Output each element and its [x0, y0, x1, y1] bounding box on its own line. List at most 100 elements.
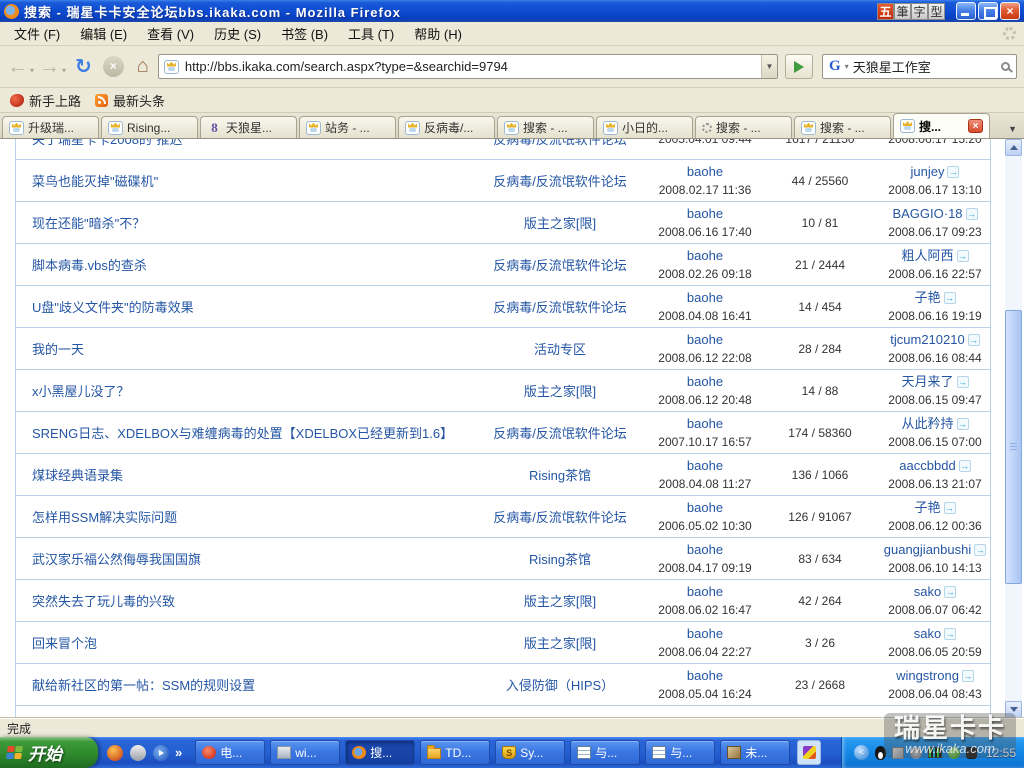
goto-last-post-icon[interactable]: →	[944, 586, 956, 598]
browser-tab-0[interactable]: 升级瑞...	[2, 116, 99, 138]
ime-indicator[interactable]: 五筆字型	[877, 3, 945, 20]
start-label[interactable]: 开始	[28, 740, 62, 765]
browser-tab-7[interactable]: 搜索 - ...	[695, 116, 792, 138]
last-poster-name[interactable]: 子艳	[914, 290, 940, 305]
tab-close-icon[interactable]: ×	[968, 119, 983, 133]
bookmark-getting-started[interactable]: 新手上路	[10, 91, 81, 110]
board-link[interactable]: 反病毒/反流氓软件论坛	[493, 139, 627, 147]
home-button[interactable]: ⌂	[137, 55, 149, 78]
board-link[interactable]: 活动专区	[534, 342, 586, 357]
address-bar[interactable]: http://bbs.ikaka.com/search.aspx?type=&s…	[158, 54, 778, 79]
taskbar-button-1[interactable]: wi...	[270, 740, 340, 765]
back-dropdown-icon[interactable]: ▾	[30, 66, 34, 75]
board-link[interactable]: 反病毒/反流氓软件论坛	[493, 510, 627, 525]
stop-button[interactable]: ×	[103, 56, 124, 77]
poster-name[interactable]: baohe	[687, 458, 723, 473]
bookmark-label[interactable]: 最新头条	[113, 91, 165, 110]
menu-item-4[interactable]: 书签 (B)	[271, 21, 338, 46]
menu-item-2[interactable]: 查看 (V)	[137, 21, 204, 46]
goto-last-post-icon[interactable]: →	[944, 292, 956, 304]
menu-item-6[interactable]: 帮助 (H)	[404, 21, 472, 46]
search-magnifier-icon[interactable]	[1001, 62, 1010, 71]
goto-last-post-icon[interactable]: →	[944, 628, 956, 640]
poster-name[interactable]: baohe	[687, 164, 723, 179]
poster-name[interactable]: baohe	[687, 542, 723, 557]
taskbar-button-5[interactable]: 与...	[570, 740, 640, 765]
taskbar-button-3[interactable]: TD...	[420, 740, 490, 765]
search-input-value[interactable]: 天狼星工作室	[853, 57, 931, 76]
goto-last-post-icon[interactable]: →	[957, 250, 969, 262]
topic-title-link[interactable]: 武汉家乐福公然侮辱我国国旗	[32, 552, 201, 567]
last-poster-name[interactable]: 从此矜持	[901, 416, 953, 431]
topic-title-link[interactable]: 煤球经典语录集	[32, 468, 123, 483]
board-link[interactable]: Rising茶馆	[529, 468, 591, 483]
reload-button[interactable]: ↻	[75, 54, 92, 79]
topic-title-link[interactable]: SRENG日志、XDELBOX与难缠病毒的处置【XDELBOX已经更新到1.6】	[32, 426, 453, 441]
topic-title-link[interactable]: 回来冒个泡	[32, 636, 97, 651]
browser-tab-8[interactable]: 搜索 - ...	[794, 116, 891, 138]
topic-title-link[interactable]: 现在还能"暗杀"不？	[32, 216, 145, 231]
poster-name[interactable]: baohe	[687, 500, 723, 515]
poster-name[interactable]: baohe	[687, 248, 723, 263]
topic-title-link[interactable]: 突然失去了玩儿毒的兴致	[32, 594, 175, 609]
last-poster-name[interactable]: wingstrong	[896, 668, 959, 683]
topic-title-link[interactable]: 菜鸟也能灭掉"磁碟机"	[32, 174, 158, 189]
url-text[interactable]: http://bbs.ikaka.com/search.aspx?type=&s…	[185, 59, 508, 74]
topic-title-link[interactable]: 我的一天	[32, 342, 84, 357]
topic-title-link[interactable]: x小黑屋儿没了？	[32, 384, 130, 399]
browser-tab-5[interactable]: 搜索 - ...	[497, 116, 594, 138]
browser-tab-6[interactable]: 小日的...	[596, 116, 693, 138]
last-poster-name[interactable]: guangjianbushi	[884, 542, 971, 557]
maxthon-icon[interactable]	[107, 745, 123, 761]
board-link[interactable]: 反病毒/反流氓软件论坛	[493, 174, 627, 189]
forward-button[interactable]: →	[39, 57, 60, 77]
tray-collapse-icon[interactable]: <	[854, 745, 869, 760]
go-button[interactable]	[785, 54, 813, 79]
pinned-app-button[interactable]	[797, 740, 821, 765]
poster-name[interactable]: baohe	[687, 332, 723, 347]
vertical-scrollbar[interactable]	[1005, 139, 1022, 718]
menu-item-1[interactable]: 编辑 (E)	[70, 21, 137, 46]
goto-last-post-icon[interactable]: →	[974, 544, 986, 556]
taskbar-button-7[interactable]: 未...	[720, 740, 790, 765]
close-button[interactable]: ×	[1000, 2, 1020, 20]
poster-name[interactable]: baohe	[687, 206, 723, 221]
search-bar[interactable]: G ▾ 天狼星工作室	[822, 54, 1017, 79]
goto-last-post-icon[interactable]: →	[947, 166, 959, 178]
last-poster-name[interactable]: tjcum210210	[890, 332, 964, 347]
menu-item-3[interactable]: 历史 (S)	[204, 21, 271, 46]
topic-title-link[interactable]: 脚本病毒.vbs的查杀	[32, 258, 147, 273]
poster-name[interactable]: baohe	[687, 416, 723, 431]
browser-tab-3[interactable]: 站务 - ...	[299, 116, 396, 138]
last-poster-name[interactable]: sako	[914, 584, 941, 599]
board-link[interactable]: 反病毒/反流氓软件论坛	[493, 300, 627, 315]
goto-last-post-icon[interactable]: →	[957, 418, 969, 430]
topic-title-link[interactable]: 献给新社区的第一帖：SSM的规则设置	[32, 678, 255, 693]
last-poster-name[interactable]: junjey	[911, 164, 945, 179]
topic-title-link[interactable]: U盘"歧义文件夹"的防毒效果	[32, 300, 194, 315]
last-poster-name[interactable]: 天月来了	[901, 374, 953, 389]
board-link[interactable]: 版主之家[限]	[524, 594, 596, 609]
url-history-dropdown-icon[interactable]: ▼	[761, 55, 777, 78]
engine-dropdown-icon[interactable]: ▾	[845, 62, 849, 71]
taskbar-button-2[interactable]: 搜...	[345, 740, 415, 765]
poster-name[interactable]: baohe	[687, 668, 723, 683]
goto-last-post-icon[interactable]: →	[962, 670, 974, 682]
bookmark-latest-headlines[interactable]: 最新头条	[95, 91, 165, 110]
topic-title-link[interactable]: 关于瑞星卡卡2008的"推迟"	[32, 139, 187, 147]
quick-launch-overflow-icon[interactable]: »	[175, 745, 182, 760]
browser-tab-4[interactable]: 反病毒/...	[398, 116, 495, 138]
board-link[interactable]: 入侵防御（HIPS）	[506, 678, 614, 693]
browser-tab-2[interactable]: 8天狼星...	[200, 116, 297, 138]
restore-button[interactable]	[978, 2, 998, 20]
bookmark-label[interactable]: 新手上路	[29, 91, 81, 110]
menu-item-5[interactable]: 工具 (T)	[338, 21, 404, 46]
poster-name[interactable]: baohe	[687, 626, 723, 641]
last-poster-name[interactable]: sako	[914, 626, 941, 641]
board-link[interactable]: 反病毒/反流氓软件论坛	[493, 258, 627, 273]
browser-tab-1[interactable]: Rising...	[101, 116, 198, 138]
scrollbar-thumb[interactable]	[1005, 310, 1022, 584]
media-player-icon[interactable]	[153, 745, 169, 761]
last-poster-name[interactable]: BAGGIO·18	[892, 206, 962, 221]
start-button[interactable]: 开始	[0, 737, 98, 768]
